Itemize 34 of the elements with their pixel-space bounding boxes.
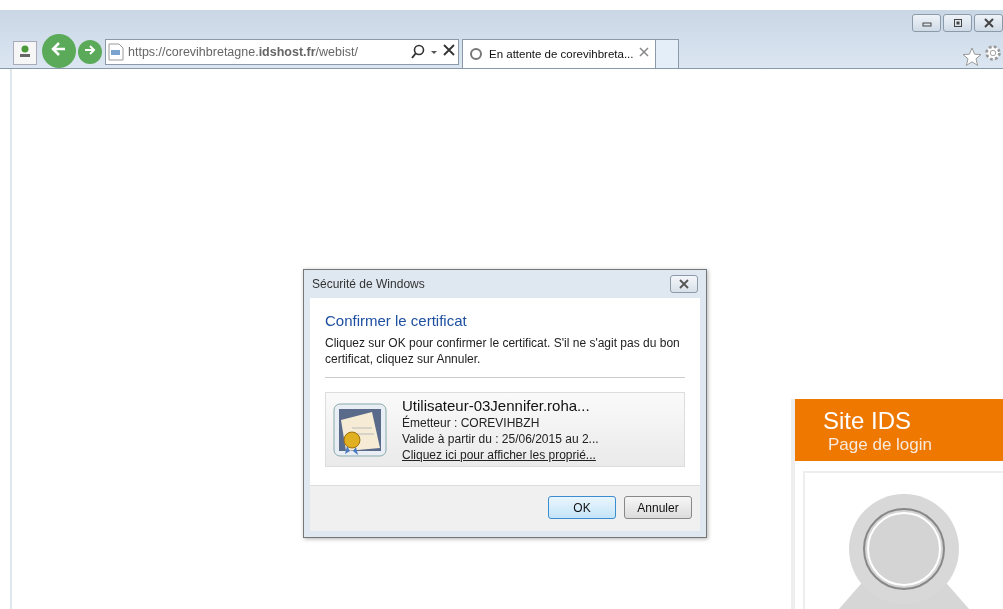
url-text: https://corevihbretagne.idshost.fr/webist/	[128, 45, 359, 59]
certificate-card[interactable]: Utilisateur-03Jennifer.roha... Émetteur : COREVIHBZH Valide à partir du : 25/06/2015 au 2... Cliquez ici pour afficher les proprié...	[325, 392, 685, 467]
back-button[interactable]	[42, 34, 76, 68]
close-icon	[679, 279, 689, 289]
forward-arrow-icon	[83, 43, 97, 57]
certificate-name: Utilisateur-03Jennifer.roha...	[402, 397, 591, 414]
properties-link[interactable]: Cliquez ici pour afficher les proprié...	[402, 448, 599, 462]
dialog-heading: Confirmer le certificat	[325, 312, 468, 329]
close-button[interactable]	[670, 275, 698, 293]
close-icon	[983, 18, 994, 28]
dialog-button[interactable]: Annuler	[624, 496, 692, 519]
close-tab-icon[interactable]	[639, 47, 650, 57]
browser-tab[interactable]: En attente de corevihbreta...	[462, 39, 656, 68]
dialog-button[interactable]: OK	[548, 496, 616, 519]
dialog-title: Sécurité de Windows	[312, 277, 425, 291]
minimize-icon	[921, 19, 932, 27]
page-icon	[108, 43, 124, 61]
site-title: Site IDS	[823, 407, 913, 435]
maximize-icon	[952, 18, 963, 28]
stop-icon[interactable]	[442, 43, 456, 57]
logo-icon	[18, 44, 32, 58]
maximize-button[interactable]	[943, 14, 972, 32]
address-bar[interactable]: https://corevihbretagne.idshost.fr/webist/	[105, 39, 459, 65]
page-subtitle: Page de login	[827, 435, 933, 455]
favorites-star-icon[interactable]	[961, 46, 983, 68]
tab-title: En attente de corevihbreta...	[489, 48, 634, 60]
close-button[interactable]	[974, 14, 1003, 32]
search-icon[interactable]	[410, 44, 426, 60]
dialog-message: Cliquez sur OK pour confirmer le certificat. S'il ne s'agit pas du bon certificat, cliquez sur Annuler.	[325, 335, 681, 367]
settings-icon[interactable]	[983, 42, 1003, 64]
site-logo-button[interactable]	[13, 41, 37, 65]
issuer-text: Émetteur : COREVIHBZH	[402, 416, 541, 430]
forward-button[interactable]	[78, 40, 102, 64]
validity-text: Valide à partir du : 25/06/2015 au 2...	[402, 432, 599, 446]
